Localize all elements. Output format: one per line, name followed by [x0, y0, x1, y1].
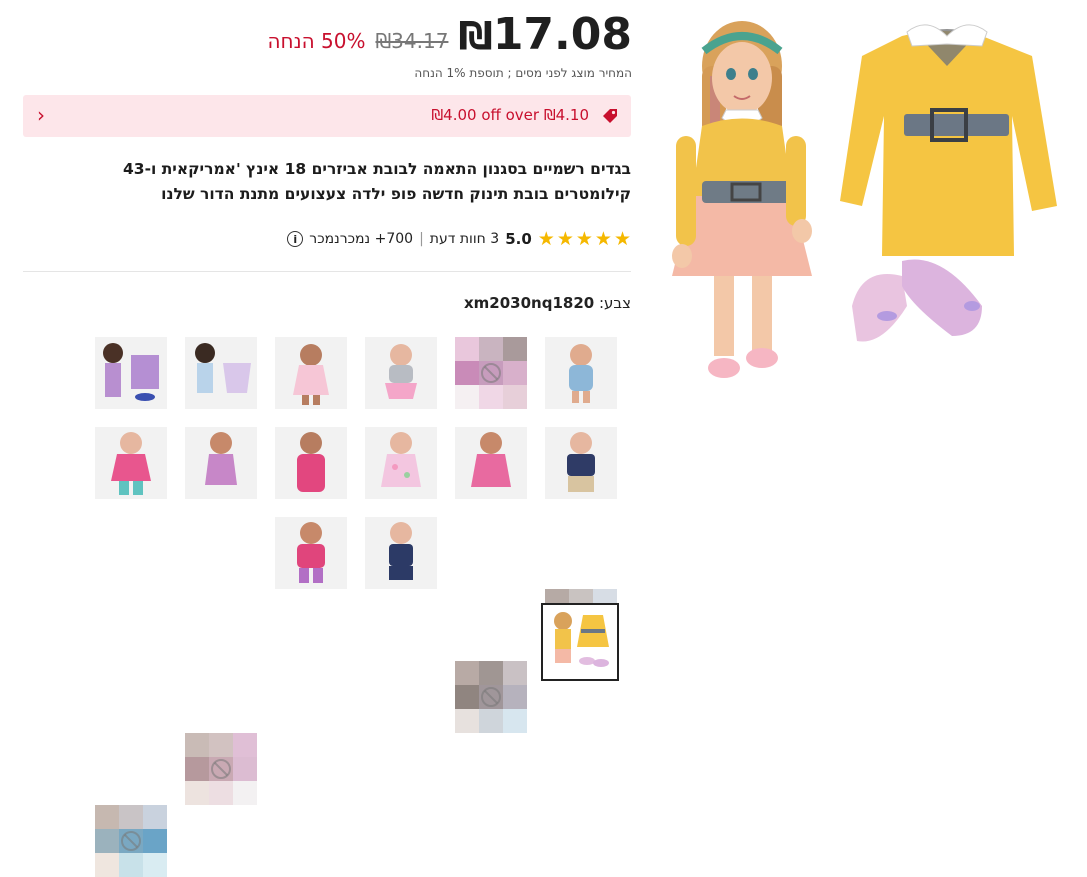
coupon-banner[interactable]: ₪4.00 off over ₪4.10 ›	[23, 95, 631, 137]
star-icon: ★	[537, 227, 555, 250]
star-rating[interactable]: ★ ★ ★ ★ ★	[537, 227, 631, 250]
star-icon: ★	[575, 227, 593, 250]
color-swatch[interactable]	[365, 517, 437, 589]
color-swatch[interactable]	[455, 337, 527, 409]
color-swatch[interactable]	[275, 517, 347, 589]
color-swatch[interactable]	[455, 427, 527, 499]
reviews-link[interactable]: 3 חוות דעת	[430, 231, 499, 247]
color-swatch[interactable]	[185, 337, 257, 409]
color-swatch[interactable]	[455, 661, 527, 733]
color-swatch[interactable]	[185, 733, 257, 805]
product-main-image	[662, 6, 1072, 406]
rating-row: ★ ★ ★ ★ ★ 5.0 3 חוות דעת | 700+ נמכרנמכר…	[287, 228, 631, 250]
divider	[23, 271, 631, 272]
discount-label: 50% הנחה	[267, 29, 366, 53]
color-swatch[interactable]	[275, 337, 347, 409]
color-label-title: צבע:	[598, 294, 631, 312]
color-label: צבע: xm2030nq1820	[464, 294, 631, 312]
separator: |	[419, 231, 424, 247]
color-swatch[interactable]	[95, 427, 167, 499]
color-swatch[interactable]	[545, 427, 617, 499]
unavailable-icon	[481, 363, 501, 383]
color-swatch[interactable]	[185, 427, 257, 499]
star-icon: ★	[556, 227, 574, 250]
current-price-value: 17.08	[492, 9, 632, 60]
coupon-text: ₪4.00 off over ₪4.10	[431, 106, 589, 124]
color-swatch[interactable]	[365, 337, 437, 409]
color-swatch[interactable]	[275, 427, 347, 499]
original-price: ₪34.17	[375, 29, 449, 53]
color-swatch[interactable]	[95, 337, 167, 409]
unavailable-icon	[481, 687, 501, 707]
currency-symbol: ₪	[458, 14, 493, 58]
star-icon: ★	[613, 227, 631, 250]
star-icon: ★	[594, 227, 612, 250]
unavailable-icon	[121, 831, 141, 851]
color-swatch[interactable]	[95, 805, 167, 877]
color-swatch[interactable]	[545, 337, 617, 409]
current-price: ₪17.08	[458, 11, 632, 60]
chevron-left-icon[interactable]: ›	[37, 103, 45, 127]
product-title: בגדים רשמיים בסגנון התאמה לבובת אביזרים …	[122, 160, 631, 203]
price-row: ₪17.08 ₪34.17 50% הנחה	[240, 8, 632, 60]
selected-color-swatch[interactable]	[541, 603, 619, 681]
unavailable-icon	[211, 759, 231, 779]
tag-icon	[601, 107, 619, 125]
tax-note: המחיר מוצג לפני מסים ; תוספת 1% הנחה	[414, 66, 632, 80]
color-swatch[interactable]	[365, 427, 437, 499]
sold-count: 700+ נמכרנמכר	[309, 231, 414, 247]
rating-score: 5.0	[505, 230, 532, 248]
color-value: xm2030nq1820	[463, 294, 595, 312]
info-icon[interactable]: i	[287, 231, 304, 247]
